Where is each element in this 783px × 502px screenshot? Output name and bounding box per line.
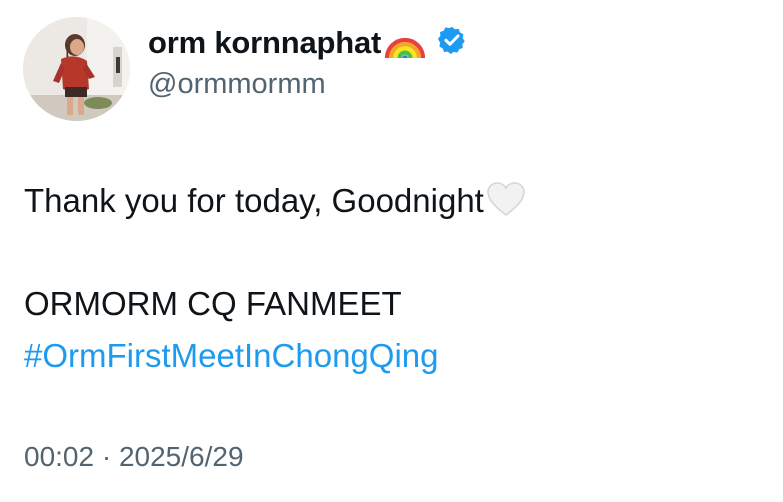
tweet-text-line-1-label: Thank you for today, Goodnight: [24, 182, 484, 219]
display-name[interactable]: orm kornnaphat: [148, 25, 381, 61]
tweet-timestamp[interactable]: 00:02 · 2025/6/29: [24, 441, 244, 473]
tweet-time[interactable]: 00:02: [24, 441, 94, 472]
avatar[interactable]: [23, 17, 130, 121]
timestamp-separator: ·: [94, 441, 119, 472]
tweet-date[interactable]: 2025/6/29: [119, 441, 244, 472]
tweet-text-line-2: ORMORM CQ FANMEET: [24, 285, 402, 322]
author-handle[interactable]: @ormmormm: [148, 68, 326, 101]
white-heart-icon: [486, 181, 526, 217]
tweet-text-line-1: Thank you for today, Goodnight: [24, 181, 526, 220]
rainbow-emoji-icon: [383, 20, 427, 60]
avatar-photo-icon: [23, 17, 130, 121]
verified-badge-icon[interactable]: [437, 25, 467, 55]
tweet-card: orm kornnaphat @ormmormm Thank you for t…: [0, 0, 783, 502]
author-name-row[interactable]: orm kornnaphat: [148, 18, 467, 68]
hashtag-link[interactable]: #OrmFirstMeetInChongQing: [24, 337, 438, 375]
